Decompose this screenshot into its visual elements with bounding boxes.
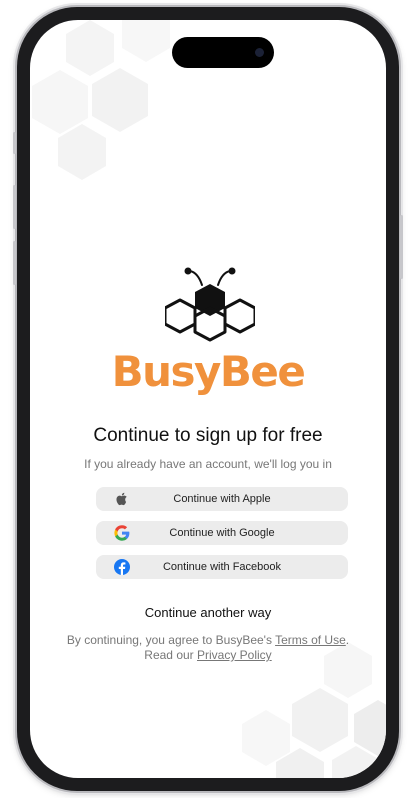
power-button (400, 215, 403, 279)
legal-prefix: By continuing, you agree to BusyBee's (66, 633, 276, 647)
continue-with-google-button[interactable]: Continue with Google (96, 521, 348, 545)
volume-down-button (13, 241, 16, 285)
legal-read: Read our (144, 648, 197, 662)
bee-logo-icon (165, 267, 255, 342)
legal-suffix: . (345, 633, 350, 647)
continue-another-way-link[interactable]: Continue another way (30, 605, 386, 620)
page-subtitle: If you already have an account, we'll lo… (84, 457, 332, 471)
hex-pattern-top (32, 20, 170, 180)
continue-with-facebook-button[interactable]: Continue with Facebook (96, 555, 348, 579)
legal-notice: By continuing, you agree to BusyBee's Te… (30, 633, 386, 663)
apple-button-label: Continue with Apple (173, 493, 271, 505)
mute-switch (13, 132, 16, 154)
camera-icon (255, 48, 264, 57)
brand-wordmark: BusyBee (111, 347, 306, 396)
continue-with-apple-button[interactable]: Continue with Apple (96, 487, 348, 511)
phone-frame: BusyBee Continue to sign up for free If … (13, 7, 403, 791)
google-button-label: Continue with Google (169, 527, 275, 539)
facebook-button-label: Continue with Facebook (162, 561, 281, 573)
app-screen: BusyBee Continue to sign up for free If … (30, 20, 386, 778)
privacy-policy-link[interactable]: Privacy Policy (197, 648, 272, 662)
page-title: Continue to sign up for free (93, 425, 323, 446)
volume-up-button (13, 185, 16, 229)
dynamic-island (172, 37, 274, 68)
terms-of-use-link[interactable]: Terms of Use (275, 633, 346, 647)
